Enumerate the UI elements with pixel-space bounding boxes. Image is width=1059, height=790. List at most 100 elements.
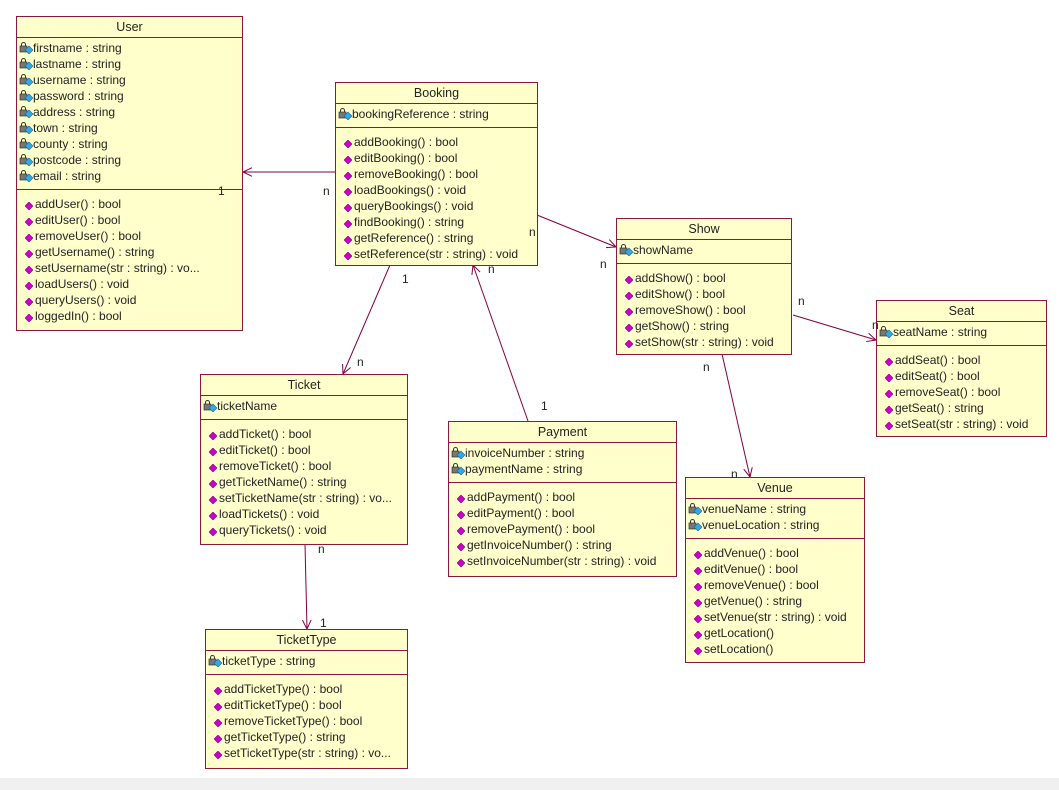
- public-operation-diamond-icon: [209, 460, 218, 473]
- attribute[interactable]: county : string: [19, 136, 242, 152]
- operation[interactable]: setSeat(str : string) : void: [885, 416, 1046, 432]
- attribute[interactable]: showName: [619, 242, 791, 258]
- attribute[interactable]: seatName : string: [879, 324, 1046, 340]
- operation[interactable]: editShow() : bool: [625, 286, 791, 302]
- operation[interactable]: removeTicket() : bool: [209, 458, 407, 474]
- class-ticket[interactable]: Ticket ticketName addTicket() : bool editTi…: [200, 374, 408, 545]
- attribute[interactable]: ticketName: [203, 398, 407, 414]
- class-tickettype[interactable]: TicketType ticketType : string addTicketTy…: [205, 629, 408, 769]
- operation[interactable]: editBooking() : bool: [344, 150, 537, 166]
- private-attribute-lock-icon: [208, 655, 223, 668]
- operation[interactable]: queryUsers() : void: [25, 292, 242, 308]
- operation[interactable]: removeUser() : bool: [25, 228, 242, 244]
- operation[interactable]: removeShow() : bool: [625, 302, 791, 318]
- multiplicity-label: 1: [541, 399, 548, 413]
- operation[interactable]: getVenue() : string: [694, 593, 864, 609]
- operation[interactable]: loadTickets() : void: [209, 506, 407, 522]
- association-line[interactable]: [472, 264, 529, 422]
- multiplicity-label: n: [529, 225, 536, 239]
- association-line[interactable]: [792, 314, 877, 341]
- association-line[interactable]: [536, 214, 617, 248]
- operation[interactable]: setLocation(): [694, 641, 864, 657]
- operation[interactable]: removeBooking() : bool: [344, 166, 537, 182]
- attribute[interactable]: bookingReference : string: [338, 106, 537, 122]
- attribute[interactable]: paymentName : string: [451, 461, 676, 477]
- attributes-section: firstname : string lastname : string usern…: [17, 38, 242, 190]
- operation-text: loadBookings() : void: [354, 183, 467, 197]
- association-line[interactable]: [721, 353, 751, 478]
- class-show[interactable]: Show showName addShow() : bool editShow() :…: [616, 218, 792, 355]
- public-operation-diamond-icon: [209, 492, 218, 505]
- operation[interactable]: loadBookings() : void: [344, 182, 537, 198]
- attribute-text: bookingReference : string: [352, 107, 489, 121]
- operation[interactable]: editSeat() : bool: [885, 368, 1046, 384]
- attribute[interactable]: venueName : string: [688, 501, 864, 517]
- operation-text: removeVenue() : bool: [704, 578, 819, 592]
- attribute[interactable]: email : string: [19, 168, 242, 184]
- class-seat[interactable]: Seat seatName : string addSeat() : bool edi…: [876, 300, 1047, 437]
- operation[interactable]: getTicketName() : string: [209, 474, 407, 490]
- attribute[interactable]: invoiceNumber : string: [451, 445, 676, 461]
- operation[interactable]: addPayment() : bool: [457, 489, 676, 505]
- attribute[interactable]: address : string: [19, 104, 242, 120]
- operation[interactable]: queryBookings() : void: [344, 198, 537, 214]
- operation[interactable]: loggedIn() : bool: [25, 308, 242, 324]
- operation[interactable]: getShow() : string: [625, 318, 791, 334]
- operation[interactable]: setTicketName(str : string) : vo...: [209, 490, 407, 506]
- attribute[interactable]: lastname : string: [19, 56, 242, 72]
- operation[interactable]: editTicket() : bool: [209, 442, 407, 458]
- public-operation-diamond-icon: [885, 354, 894, 367]
- operation[interactable]: setUsername(str : string) : vo...: [25, 260, 242, 276]
- operation[interactable]: getReference() : string: [344, 230, 537, 246]
- association-line[interactable]: [342, 264, 391, 375]
- attribute[interactable]: password : string: [19, 88, 242, 104]
- operation[interactable]: getLocation(): [694, 625, 864, 641]
- operation[interactable]: queryTickets() : void: [209, 522, 407, 538]
- operation[interactable]: getInvoiceNumber() : string: [457, 537, 676, 553]
- operation[interactable]: editVenue() : bool: [694, 561, 864, 577]
- public-operation-diamond-icon: [214, 731, 223, 744]
- operation[interactable]: removePayment() : bool: [457, 521, 676, 537]
- operation[interactable]: getSeat() : string: [885, 400, 1046, 416]
- operation[interactable]: editUser() : bool: [25, 212, 242, 228]
- attribute[interactable]: username : string: [19, 72, 242, 88]
- attribute[interactable]: firstname : string: [19, 40, 242, 56]
- operation[interactable]: addUser() : bool: [25, 196, 242, 212]
- attributes-section: seatName : string: [877, 322, 1046, 346]
- operation[interactable]: loadUsers() : void: [25, 276, 242, 292]
- operation[interactable]: addVenue() : bool: [694, 545, 864, 561]
- operation[interactable]: addBooking() : bool: [344, 134, 537, 150]
- attribute[interactable]: town : string: [19, 120, 242, 136]
- attribute[interactable]: venueLocation : string: [688, 517, 864, 533]
- operation[interactable]: removeVenue() : bool: [694, 577, 864, 593]
- operation[interactable]: setShow(str : string) : void: [625, 334, 791, 350]
- operation[interactable]: removeSeat() : bool: [885, 384, 1046, 400]
- operation[interactable]: setInvoiceNumber(str : string) : void: [457, 553, 676, 569]
- operation[interactable]: setTicketType(str : string) : vo...: [214, 745, 407, 761]
- operation[interactable]: getTicketType() : string: [214, 729, 407, 745]
- multiplicity-label: n: [872, 318, 879, 332]
- operation[interactable]: editTicketType() : bool: [214, 697, 407, 713]
- attribute[interactable]: ticketType : string: [208, 653, 407, 669]
- public-operation-diamond-icon: [625, 272, 634, 285]
- operation[interactable]: addSeat() : bool: [885, 352, 1046, 368]
- class-booking[interactable]: Booking bookingReference : string addBooki…: [335, 82, 538, 266]
- operation[interactable]: addShow() : bool: [625, 270, 791, 286]
- class-payment[interactable]: Payment invoiceNumber : string paymentName…: [448, 421, 677, 577]
- public-operation-diamond-icon: [214, 715, 223, 728]
- operation[interactable]: addTicketType() : bool: [214, 681, 407, 697]
- operation[interactable]: findBooking() : string: [344, 214, 537, 230]
- operation[interactable]: removeTicketType() : bool: [214, 713, 407, 729]
- operation[interactable]: setReference(str : string) : void: [344, 246, 537, 262]
- private-attribute-lock-icon: [19, 58, 34, 71]
- operation-text: findBooking() : string: [354, 215, 465, 229]
- class-venue[interactable]: Venue venueName : string venueLocation : s…: [685, 477, 865, 663]
- operation[interactable]: setVenue(str : string) : void: [694, 609, 864, 625]
- operation[interactable]: getUsername() : string: [25, 244, 242, 260]
- operation[interactable]: editPayment() : bool: [457, 505, 676, 521]
- class-user[interactable]: User firstname : string lastname : string u…: [16, 16, 243, 331]
- operation[interactable]: addTicket() : bool: [209, 426, 407, 442]
- attribute-text: invoiceNumber : string: [465, 446, 585, 460]
- association-line[interactable]: [304, 543, 308, 630]
- attribute[interactable]: postcode : string: [19, 152, 242, 168]
